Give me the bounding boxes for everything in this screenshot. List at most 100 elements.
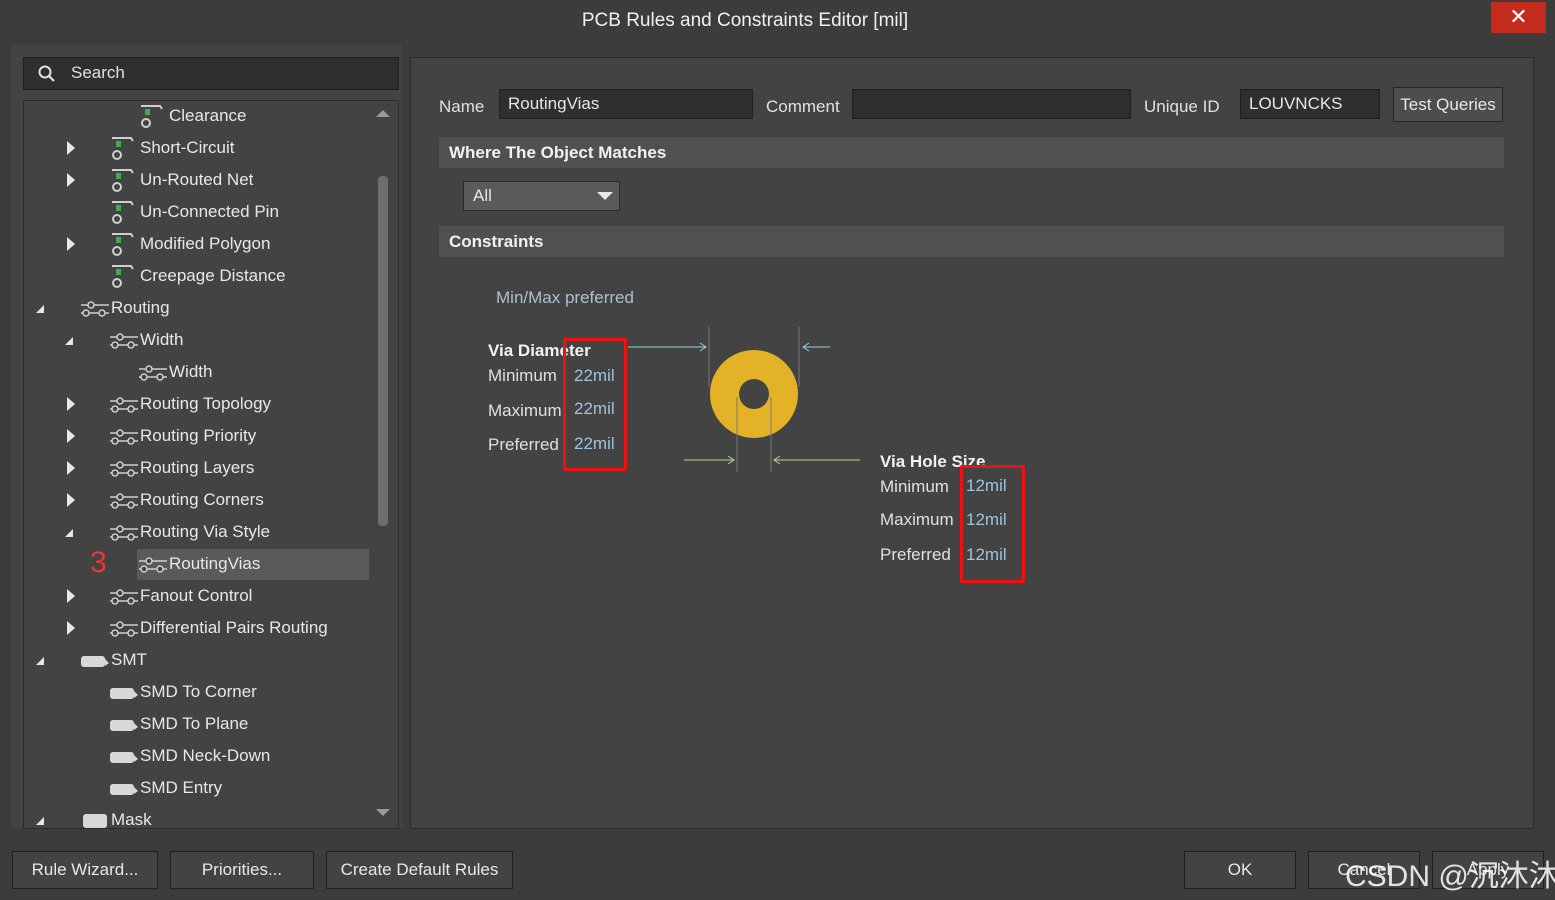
- expand-toggle-icon[interactable]: [67, 589, 75, 603]
- chevron-down-icon: [597, 192, 613, 200]
- tree-item[interactable]: Un-Routed Net: [24, 165, 374, 195]
- collapse-toggle-icon[interactable]: [36, 657, 44, 665]
- tree-item-label: Mask: [111, 810, 152, 829]
- search-placeholder: Search: [71, 63, 125, 82]
- ok-button[interactable]: OK: [1184, 851, 1296, 889]
- tree-item[interactable]: Un-Connected Pin: [24, 197, 374, 227]
- routing-icon: [109, 583, 138, 609]
- collapse-toggle-icon[interactable]: [36, 817, 44, 825]
- comment-label: Comment: [766, 97, 840, 116]
- routing-icon: [109, 423, 138, 449]
- tree-item[interactable]: Routing: [24, 293, 374, 323]
- tree-item[interactable]: SMT: [24, 645, 374, 675]
- tree-item-label: Routing Via Style: [140, 522, 271, 541]
- tree-item-label: SMD Entry: [140, 778, 223, 797]
- tree-item[interactable]: Short-Circuit: [24, 133, 374, 163]
- tree-item[interactable]: Routing Via Style: [24, 517, 374, 547]
- expand-toggle-icon[interactable]: [67, 429, 75, 443]
- routing-icon: [138, 359, 167, 385]
- expand-toggle-icon[interactable]: [67, 141, 75, 155]
- tree-item-label: SMD Neck-Down: [140, 746, 271, 765]
- via-hole-min-label: Minimum: [880, 477, 949, 496]
- test-queries-button[interactable]: Test Queries: [1393, 87, 1503, 122]
- collapse-toggle-icon[interactable]: [36, 305, 44, 313]
- tree-scrollbar-thumb[interactable]: [378, 176, 388, 526]
- create-default-rules-button[interactable]: Create Default Rules: [326, 851, 513, 889]
- collapse-toggle-icon[interactable]: [65, 337, 73, 345]
- tree-item-label: Routing Topology: [140, 394, 272, 413]
- expand-toggle-icon[interactable]: [67, 461, 75, 475]
- tree-item-label: SMD To Corner: [140, 682, 257, 701]
- tree-item-label: SMD To Plane: [140, 714, 249, 733]
- rule-clearance-icon: [109, 167, 135, 193]
- rule-clearance-icon: [109, 199, 135, 225]
- tree-item[interactable]: SMD Neck-Down: [24, 741, 374, 771]
- where-section-header: Where The Object Matches: [439, 137, 1504, 168]
- name-field[interactable]: RoutingVias: [499, 89, 753, 119]
- priorities-button[interactable]: Priorities...: [170, 851, 314, 889]
- smt-icon: [109, 711, 138, 737]
- tree-item[interactable]: Routing Topology: [24, 389, 374, 419]
- via-diameter-min-label: Minimum: [488, 366, 557, 385]
- unique-id-label: Unique ID: [1144, 97, 1220, 116]
- expand-toggle-icon[interactable]: [67, 493, 75, 507]
- smt-icon: [80, 647, 109, 673]
- close-button[interactable]: ✕: [1491, 2, 1546, 33]
- search-icon: [38, 65, 55, 82]
- expand-toggle-icon[interactable]: [67, 237, 75, 251]
- tree-item[interactable]: Width: [24, 325, 374, 355]
- tree-item-label: Routing: [111, 298, 170, 317]
- collapse-toggle-icon[interactable]: [65, 529, 73, 537]
- tree-item[interactable]: SMD To Plane: [24, 709, 374, 739]
- highlight-box-hole: [960, 465, 1025, 583]
- expand-toggle-icon[interactable]: [67, 397, 75, 411]
- tree-item[interactable]: Routing Corners: [24, 485, 374, 515]
- tree-item-label: Routing Priority: [140, 426, 257, 445]
- rule-wizard-button[interactable]: Rule Wizard...: [12, 851, 158, 889]
- tree-item[interactable]: Mask: [24, 805, 374, 829]
- constraints-section-header: Constraints: [439, 226, 1504, 257]
- routing-icon: [109, 487, 138, 513]
- tree-item-label: Un-Connected Pin: [140, 202, 279, 221]
- comment-field[interactable]: [852, 89, 1131, 119]
- tree-item-label: Routing Corners: [140, 490, 264, 509]
- tree-item[interactable]: Width: [24, 357, 374, 387]
- rule-clearance-icon: [109, 231, 135, 257]
- via-hole-pref-label: Preferred: [880, 545, 951, 564]
- tree-item-label: Un-Routed Net: [140, 170, 254, 189]
- routing-icon: [80, 295, 109, 321]
- routing-icon: [109, 519, 138, 545]
- routing-icon: [109, 391, 138, 417]
- tree-item[interactable]: Modified Polygon: [24, 229, 374, 259]
- routing-icon: [109, 455, 138, 481]
- tree-item-label: RoutingVias: [169, 554, 261, 573]
- window-title: PCB Rules and Constraints Editor [mil]: [581, 10, 909, 31]
- tree-item-selected[interactable]: RoutingVias: [24, 549, 374, 579]
- routing-icon: [109, 615, 138, 641]
- tree-item-label: Clearance: [169, 106, 247, 125]
- rule-tree[interactable]: Clearance Short-Circuit Un-Routed Net Un-Co…: [23, 100, 399, 829]
- rule-clearance-icon: [109, 263, 135, 289]
- unique-id-field[interactable]: LOUVNCKS: [1240, 89, 1380, 119]
- routing-icon: [138, 551, 167, 577]
- scroll-down-arrow[interactable]: [376, 809, 390, 816]
- rule-clearance-icon: [138, 103, 164, 129]
- tree-item[interactable]: Differential Pairs Routing: [24, 613, 374, 643]
- tree-item[interactable]: Clearance: [24, 101, 374, 131]
- tree-item[interactable]: Fanout Control: [24, 581, 374, 611]
- scroll-up-arrow[interactable]: [376, 110, 390, 117]
- tree-item-label: Differential Pairs Routing: [140, 618, 328, 637]
- tree-item[interactable]: SMD Entry: [24, 773, 374, 803]
- tree-item-label: Fanout Control: [140, 586, 253, 605]
- via-diameter-pref-label: Preferred: [488, 435, 559, 454]
- expand-toggle-icon[interactable]: [67, 621, 75, 635]
- expand-toggle-icon[interactable]: [67, 173, 75, 187]
- tree-item[interactable]: Creepage Distance: [24, 261, 374, 291]
- tree-item[interactable]: Routing Priority: [24, 421, 374, 451]
- smt-icon: [109, 743, 138, 769]
- tree-item[interactable]: Routing Layers: [24, 453, 374, 483]
- tree-item[interactable]: SMD To Corner: [24, 677, 374, 707]
- highlight-box-diameter: [563, 338, 627, 471]
- via-diagram: [628, 327, 860, 472]
- tree-item-label: Width: [140, 330, 184, 349]
